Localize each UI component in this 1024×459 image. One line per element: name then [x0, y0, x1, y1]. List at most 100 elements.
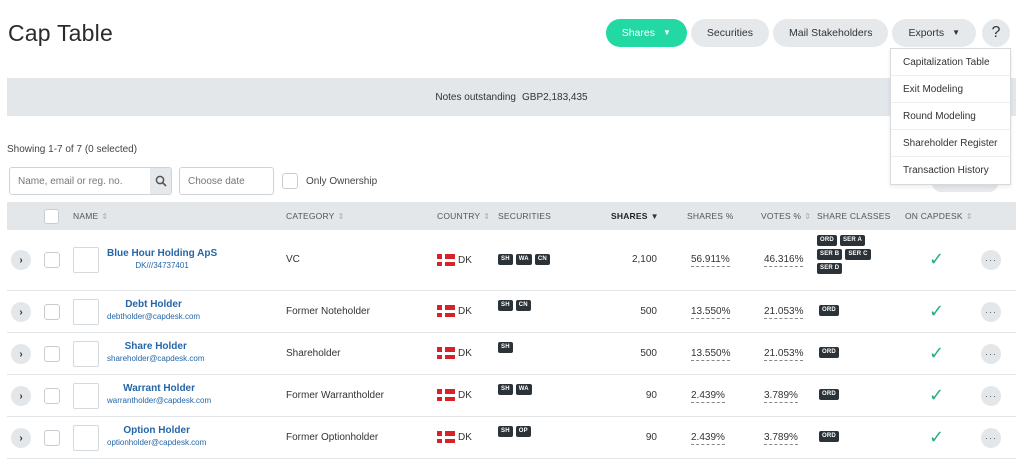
exports-label: Exports: [908, 27, 945, 39]
avatar: [73, 425, 99, 451]
check-icon: ✓: [929, 343, 945, 363]
row-checkbox[interactable]: [44, 252, 60, 268]
shares-pct-cell[interactable]: 13.550%: [691, 306, 731, 319]
table-row[interactable]: › Blue Hour Holding ApS DK///34737401 VC…: [7, 230, 1016, 291]
header-shares[interactable]: SHARES ▼: [611, 202, 659, 230]
sort-icon: ⇕: [101, 211, 109, 221]
shares-cell: 500: [640, 348, 657, 359]
votes-pct-cell[interactable]: 3.789%: [764, 432, 798, 445]
only-ownership-checkbox[interactable]: [282, 173, 298, 189]
shareholder-name-link[interactable]: Share Holder: [125, 340, 187, 353]
row-checkbox[interactable]: [44, 388, 60, 404]
shareholder-name-link[interactable]: Debt Holder: [125, 298, 182, 311]
avatar: [73, 341, 99, 367]
votes-pct-cell[interactable]: 46.316%: [764, 254, 804, 267]
more-icon[interactable]: ···: [981, 302, 1001, 322]
chevron-right-icon[interactable]: ›: [11, 250, 31, 270]
date-input[interactable]: [179, 167, 274, 195]
shares-label: Shares: [621, 27, 655, 39]
menu-item-exit-modeling[interactable]: Exit Modeling: [891, 76, 1010, 103]
shareholder-sub: DK///34737401: [135, 261, 189, 270]
header-category-label: CATEGORY: [286, 211, 335, 221]
row-checkbox[interactable]: [44, 346, 60, 362]
search-box: [9, 167, 172, 195]
votes-pct-cell[interactable]: 21.053%: [764, 306, 804, 319]
more-icon[interactable]: ···: [981, 250, 1001, 270]
security-badge: SH: [498, 300, 513, 311]
header-shares-label: SHARES: [611, 211, 648, 221]
more-icon[interactable]: ···: [981, 428, 1001, 448]
securities-button[interactable]: Securities: [690, 19, 769, 47]
header-votes-pct[interactable]: VOTES % ⇕: [761, 202, 811, 230]
chevron-right-icon[interactable]: ›: [11, 302, 31, 322]
chevron-right-icon[interactable]: ›: [11, 428, 31, 448]
shares-pct-cell[interactable]: 13.550%: [691, 348, 731, 361]
header-on-capdesk[interactable]: ON CAPDESK ⇕: [905, 202, 973, 230]
class-badge: SER D: [817, 263, 843, 274]
shares-pct-cell[interactable]: 2.439%: [691, 390, 725, 403]
caret-down-icon: ▼: [952, 28, 960, 37]
table-header: NAME ⇕ CATEGORY ⇕ COUNTRY ⇕ SECURITIES SHAR…: [7, 202, 1016, 230]
chevron-right-icon[interactable]: ›: [11, 386, 31, 406]
check-icon: ✓: [929, 249, 945, 269]
share-classes: ORD SER A SER B SER C SER D: [817, 235, 877, 274]
sort-icon: ⇕: [804, 211, 812, 221]
row-checkbox[interactable]: [44, 430, 60, 446]
help-button[interactable]: ?: [982, 19, 1010, 47]
votes-pct-cell[interactable]: 21.053%: [764, 348, 804, 361]
table-row[interactable]: › Share Holder shareholder@capdesk.com S…: [7, 333, 1016, 375]
check-icon: ✓: [929, 385, 945, 405]
votes-pct-cell[interactable]: 3.789%: [764, 390, 798, 403]
shareholder-sub: optionholder@capdesk.com: [107, 438, 207, 447]
shares-cell: 90: [645, 390, 657, 401]
mail-stakeholders-button[interactable]: Mail Stakeholders: [773, 19, 889, 47]
shareholder-sub: shareholder@capdesk.com: [107, 354, 205, 363]
menu-item-capitalization-table[interactable]: Capitalization Table: [891, 49, 1010, 76]
search-button[interactable]: [150, 168, 171, 194]
header-on-capdesk-label: ON CAPDESK: [905, 211, 963, 221]
class-badge: ORD: [817, 235, 837, 246]
header-votes-pct-label: VOTES %: [761, 211, 802, 221]
search-input[interactable]: [10, 168, 150, 194]
avatar: [73, 299, 99, 325]
denmark-flag-icon: [437, 305, 455, 317]
menu-item-transaction-history[interactable]: Transaction History: [891, 157, 1010, 184]
table-row[interactable]: › Debt Holder debtholder@capdesk.com For…: [7, 291, 1016, 333]
country-cell: DK: [458, 305, 472, 317]
shares-button[interactable]: Shares ▼: [605, 19, 687, 47]
menu-item-round-modeling[interactable]: Round Modeling: [891, 103, 1010, 130]
denmark-flag-icon: [437, 254, 455, 266]
top-actions: Shares ▼ Securities Mail Stakeholders Ex…: [605, 19, 1010, 47]
notes-value: GBP2,183,435: [522, 91, 588, 103]
table-row[interactable]: › Warrant Holder warrantholder@capdesk.c…: [7, 375, 1016, 417]
select-all-checkbox[interactable]: [44, 208, 59, 224]
table-row[interactable]: › Option Holder optionholder@capdesk.com…: [7, 417, 1016, 459]
only-ownership-toggle[interactable]: Only Ownership: [282, 173, 377, 189]
header-shares-pct-label: SHARES %: [687, 211, 734, 221]
page-title: Cap Table: [8, 20, 113, 46]
shareholder-name-link[interactable]: Warrant Holder: [123, 382, 195, 395]
header-category[interactable]: CATEGORY ⇕: [286, 202, 344, 230]
shareholder-name-link[interactable]: Blue Hour Holding ApS: [107, 247, 217, 260]
shareholder-name-link[interactable]: Option Holder: [123, 424, 190, 437]
shares-cell: 90: [645, 432, 657, 443]
sort-icon: ⇕: [337, 211, 345, 221]
header-shares-pct[interactable]: SHARES %: [687, 202, 733, 230]
showing-count: Showing 1-7 of 7 (0 selected): [7, 144, 138, 155]
shares-pct-cell[interactable]: 2.439%: [691, 432, 725, 445]
row-checkbox[interactable]: [44, 304, 60, 320]
header-securities: SECURITIES: [498, 202, 551, 230]
shares-pct-cell[interactable]: 56.911%: [691, 254, 730, 267]
more-icon[interactable]: ···: [981, 386, 1001, 406]
header-securities-label: SECURITIES: [498, 211, 552, 221]
more-icon[interactable]: ···: [981, 344, 1001, 364]
header-name[interactable]: NAME ⇕: [73, 202, 108, 230]
category-cell: VC: [286, 254, 300, 265]
header-country[interactable]: COUNTRY ⇕: [437, 202, 490, 230]
security-badge: SH: [498, 384, 513, 395]
chevron-right-icon[interactable]: ›: [11, 344, 31, 364]
exports-button[interactable]: Exports ▼: [892, 19, 976, 47]
menu-item-shareholder-register[interactable]: Shareholder Register: [891, 130, 1010, 157]
header-name-label: NAME: [73, 211, 99, 221]
check-icon: ✓: [929, 427, 945, 447]
